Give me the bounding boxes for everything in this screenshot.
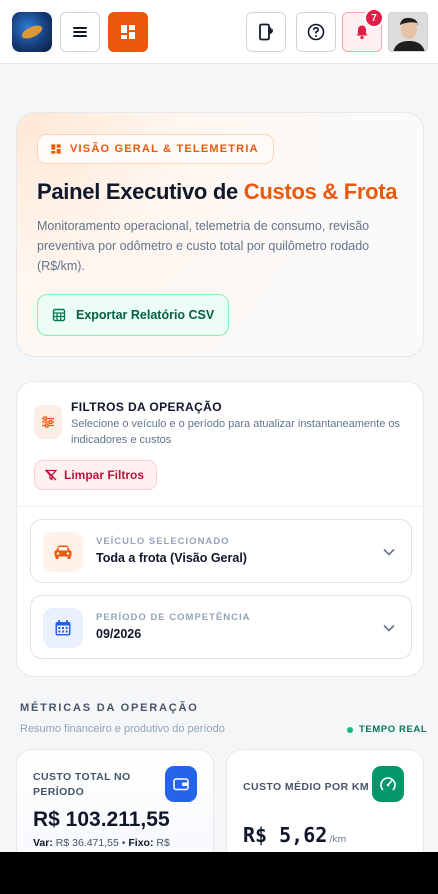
total-cost-card: CUSTO TOTAL NO PERÍODO R$ 103.211,55 Var…: [16, 749, 214, 852]
avg-cost-value: R$ 5,62: [243, 823, 328, 847]
fixed-cost-label: Fixo:: [128, 837, 154, 849]
dashboard-button[interactable]: [108, 12, 148, 52]
chevron-down-icon: [383, 624, 395, 632]
menu-icon: [73, 27, 87, 37]
notification-count-badge: 7: [364, 8, 384, 28]
vehicle-select[interactable]: VEÍCULO SELECIONADO Toda a frota (Visão …: [30, 519, 412, 583]
install-app-icon: [259, 23, 274, 41]
hero-card: VISÃO GERAL & TELEMETRIA Painel Executiv…: [16, 112, 424, 357]
live-indicator: TEMPO REAL: [347, 724, 427, 735]
help-button[interactable]: [296, 12, 336, 52]
vehicle-select-value: Toda a frota (Visão Geral): [96, 551, 247, 565]
app-logo[interactable]: [12, 12, 52, 52]
variable-cost-value: R$ 36.471,55: [55, 837, 119, 849]
help-icon: [307, 23, 325, 41]
page-title: Painel Executivo de Custos & Frota: [37, 179, 398, 205]
avg-cost-per-km-card: CUSTO MÉDIO POR KM R$ 5,62/km: [226, 749, 424, 852]
total-cost-value: R$ 103.211,55: [33, 808, 170, 831]
page-description: Monitoramento operacional, telemetria de…: [37, 219, 370, 273]
page-title-accent: Custos & Frota: [243, 179, 398, 204]
user-avatar[interactable]: [388, 12, 428, 52]
divider: [17, 506, 423, 507]
metrics-subtitle: Resumo financeiro e produtivo do período: [20, 723, 225, 735]
vehicle-select-label: VEÍCULO SELECIONADO: [96, 536, 230, 547]
total-cost-breakdown: Var: R$ 36.471,55 • Fixo: R$: [33, 837, 170, 849]
section-tag: VISÃO GERAL & TELEMETRIA: [37, 134, 274, 164]
filter-off-icon: [45, 469, 57, 481]
avg-cost-unit: /km: [329, 835, 347, 845]
breakdown-separator: •: [121, 837, 126, 849]
live-dot-icon: [347, 726, 353, 733]
period-select[interactable]: PERÍODO DE COMPETÊNCIA 09/2026: [30, 595, 412, 659]
metrics-title: MÉTRICAS DA OPERAÇÃO: [20, 702, 199, 714]
live-label: TEMPO REAL: [359, 724, 428, 735]
variable-cost-label: Var:: [33, 837, 53, 849]
filters-card: FILTROS DA OPERAÇÃO Selecione o veículo …: [16, 381, 424, 677]
total-cost-label: CUSTO TOTAL NO PERÍODO: [33, 771, 131, 798]
period-select-value: 09/2026: [96, 627, 142, 641]
dashboard-icon: [121, 25, 135, 39]
wallet-icon: [165, 766, 197, 802]
export-csv-label: Exportar Relatório CSV: [76, 308, 215, 322]
filter-settings-icon: [34, 405, 62, 439]
speedometer-icon: [372, 766, 404, 802]
menu-button[interactable]: [60, 12, 100, 52]
install-app-button[interactable]: [246, 12, 286, 52]
avg-cost-value-row: R$ 5,62/km: [243, 823, 346, 847]
clear-filters-label: Limpar Filtros: [64, 468, 145, 482]
dashboard-icon: [51, 144, 61, 154]
calendar-icon: [43, 608, 83, 648]
export-csv-button[interactable]: Exportar Relatório CSV: [37, 294, 230, 336]
clear-filters-button[interactable]: Limpar Filtros: [34, 460, 158, 490]
car-icon: [43, 532, 83, 572]
app-screen: 7 VISÃO GERAL & TELEMETRIA Painel Execut…: [0, 0, 438, 852]
filters-subtitle: Selecione o veículo e o período para atu…: [71, 418, 400, 446]
section-tag-label: VISÃO GERAL & TELEMETRIA: [70, 143, 259, 155]
filters-title: FILTROS DA OPERAÇÃO: [71, 400, 222, 414]
chevron-down-icon: [383, 548, 395, 556]
avg-cost-label: CUSTO MÉDIO POR KM: [243, 781, 370, 793]
page-title-main: Painel Executivo de: [37, 179, 244, 204]
avatar-portrait: [389, 13, 427, 51]
period-select-label: PERÍODO DE COMPETÊNCIA: [96, 612, 251, 623]
spreadsheet-icon: [52, 308, 66, 322]
top-bar: 7: [0, 0, 438, 64]
fixed-cost-value: R$: [156, 837, 170, 849]
